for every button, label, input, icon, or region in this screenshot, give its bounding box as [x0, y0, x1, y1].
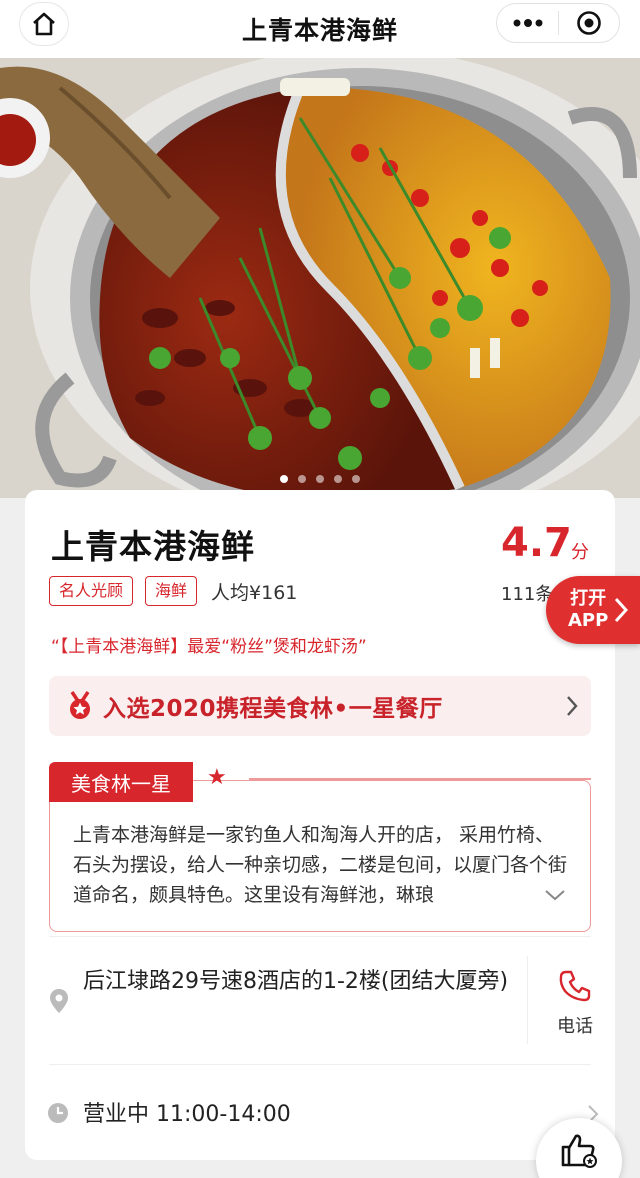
- phone-button[interactable]: 电话: [545, 968, 605, 1038]
- page-title: 上青本港海鲜: [241, 16, 398, 45]
- home-button[interactable]: [20, 3, 68, 45]
- more-dots-icon: [513, 19, 542, 27]
- carousel-dot[interactable]: [334, 475, 342, 483]
- badge-rule: [249, 778, 591, 780]
- carousel-dot[interactable]: [298, 475, 306, 483]
- target-close-icon: [577, 11, 601, 35]
- mini-program-capsule: [496, 3, 620, 43]
- average-price: 人均¥161: [211, 581, 298, 604]
- address-text[interactable]: 后江埭路29号速8酒店的1-2楼(团结大厦旁): [83, 964, 513, 1000]
- description-fade: [465, 880, 585, 916]
- carousel-dots: [0, 475, 640, 483]
- hero-photo[interactable]: [0, 58, 640, 498]
- address-divider: [527, 956, 528, 1044]
- chevron-right-icon: [615, 597, 629, 623]
- top-nav-bar: 上青本港海鲜: [0, 0, 640, 58]
- hotpot-illustration: [0, 58, 640, 498]
- restaurant-info-card: 上青本港海鲜 4.7 分 名人光顾 海鲜 人均¥161 111条点 “【上青本港…: [25, 490, 615, 1160]
- close-button[interactable]: [559, 3, 619, 43]
- divider: [49, 1064, 591, 1065]
- more-button[interactable]: [497, 3, 558, 43]
- chevron-right-icon: [567, 696, 578, 716]
- carousel-dot[interactable]: [316, 475, 324, 483]
- carousel-dot[interactable]: [280, 475, 288, 483]
- phone-icon: [559, 970, 591, 1002]
- expand-chevron-icon[interactable]: [543, 888, 567, 902]
- location-pin-icon: [50, 989, 68, 1013]
- rating-score: 4.7: [501, 520, 572, 566]
- carousel-dot[interactable]: [352, 475, 360, 483]
- star-icon: ★: [207, 765, 227, 790]
- tag-seafood[interactable]: 海鲜: [145, 576, 198, 606]
- featured-quote: “【上青本港海鲜】最爱“粉丝”煲和龙虾汤”: [51, 637, 367, 657]
- divider: [49, 936, 591, 937]
- open-app-button[interactable]: 打开 APP: [546, 576, 640, 644]
- home-icon: [33, 12, 55, 36]
- open-app-line1: 打开: [570, 588, 607, 609]
- restaurant-name: 上青本港海鲜: [51, 527, 255, 566]
- phone-label: 电话: [557, 1016, 593, 1037]
- award-text: 入选2020携程美食林•一星餐厅: [103, 696, 443, 722]
- open-app-line2: APP: [568, 610, 609, 631]
- tag-row: 名人光顾 海鲜 人均¥161: [49, 576, 297, 606]
- business-hours[interactable]: 营业中 11:00-14:00: [83, 1096, 291, 1128]
- tag-celebrity[interactable]: 名人光顾: [49, 576, 134, 606]
- clock-icon: [48, 1103, 68, 1123]
- open-app-label: 打开 APP: [568, 588, 608, 632]
- thumbs-up-icon: [561, 1134, 597, 1168]
- michelin-star-badge: 美食林一星: [49, 762, 193, 802]
- rating-unit: 分: [571, 542, 589, 563]
- page: 上青本港海鲜 上青本港海鲜 4.7 分 名人光顾 海鲜 人均¥161 111条点…: [0, 0, 640, 1178]
- medal-icon: [70, 691, 90, 719]
- award-banner[interactable]: 入选2020携程美食林•一星餐厅: [49, 676, 591, 736]
